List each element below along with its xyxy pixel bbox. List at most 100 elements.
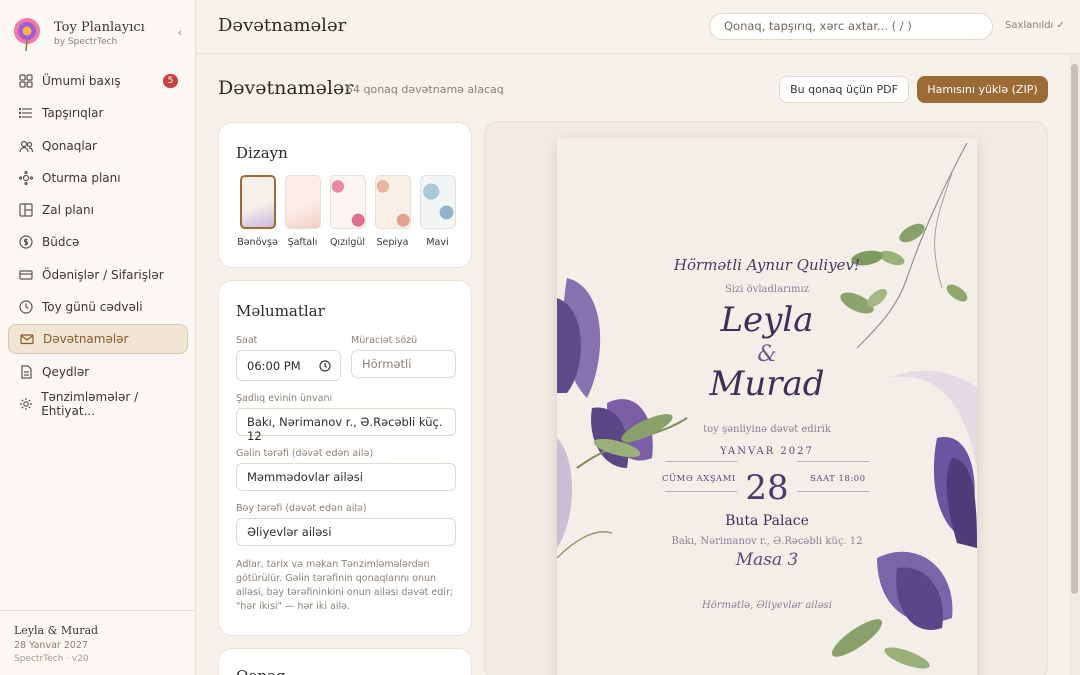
- sidebar-item-budget[interactable]: Büdcə: [8, 227, 188, 257]
- card-icon: [18, 267, 34, 283]
- groom-family-label: Bəy tərəfi (dəvət edən ailə): [236, 503, 367, 514]
- layout-icon: [18, 202, 34, 218]
- sidebar-item-payments[interactable]: Ödənişlər / Sifarişlər: [8, 260, 188, 290]
- invitation-day: 28: [745, 468, 789, 508]
- divider: [665, 461, 737, 462]
- guest-pdf-button[interactable]: Bu qonaq üçün PDF: [779, 76, 909, 103]
- sidebar-item-label: Qonaqlar: [42, 138, 97, 153]
- download-all-zip-button[interactable]: Hamısını yüklə (ZIP): [917, 76, 1048, 103]
- note-icon: [18, 364, 34, 380]
- sidebar-nav: Ümumi baxış 5 Tapşırıqlar Qonaqlar Oturm…: [8, 66, 188, 421]
- page-title: Dəvətnamələr: [218, 77, 354, 99]
- coin-icon: [18, 234, 34, 250]
- sidebar-item-overview[interactable]: Ümumi baxış 5: [8, 66, 188, 96]
- theme-option-sepia[interactable]: Sepiya: [370, 175, 415, 248]
- app-logo-icon: [14, 18, 40, 52]
- invitation-venue-address: Bakı, Nərimanov r., Ə.Rəcəbli küç. 12: [671, 536, 863, 547]
- invitation-card: Hörmətli Aynur Quliyev! Sizi övladlarımı…: [557, 138, 977, 675]
- bride-family-label: Gəlin tərəfi (dəvət edən ailə): [236, 448, 374, 459]
- sidebar-item-settings[interactable]: Tənzimləmələr / Ehtiyat...: [8, 389, 188, 419]
- sidebar-item-invitations[interactable]: Dəvətnamələr: [8, 324, 188, 355]
- app-version: SpectrTech · v20: [14, 654, 89, 664]
- gear-icon: [18, 396, 33, 412]
- sidebar-item-guests[interactable]: Qonaqlar: [8, 131, 188, 161]
- brand[interactable]: Toy Planlayıcı by SpectrTech ‹: [12, 14, 188, 54]
- sidebar-item-label: Tənzimləmələr / Ehtiyat...: [41, 389, 139, 418]
- sidebar-item-label: Qeydlər: [42, 364, 90, 379]
- invitation-groom-name: Murad: [709, 364, 825, 404]
- theme-label: Bənövşə: [237, 237, 278, 248]
- sidebar-item-seating[interactable]: Oturma planı: [8, 163, 188, 193]
- theme-swatch: [329, 175, 366, 229]
- divider: [797, 461, 869, 462]
- sidebar-item-label: Ödənişlər / Sifarişlər: [42, 267, 164, 282]
- theme-swatch: [374, 175, 411, 229]
- sidebar-item-tasks[interactable]: Tapşırıqlar: [8, 98, 188, 128]
- wedding-date: 28 Yanvar 2027: [14, 640, 88, 651]
- theme-swatch: [284, 175, 321, 229]
- invitation-time: SAAT 18:00: [810, 474, 866, 484]
- invitation-month-year: YANVAR 2027: [720, 446, 814, 457]
- sidebar-footer: Leyla & Murad 28 Yanvar 2027 SpectrTech …: [0, 610, 196, 675]
- page-scrollbar[interactable]: [1069, 54, 1080, 675]
- sidebar-item-label: Toy günü cədvəli: [42, 300, 143, 315]
- sidebar-item-label: Ümumi baxış: [42, 74, 121, 88]
- sidebar-item-hall-plan[interactable]: Zal planı: [8, 195, 188, 225]
- invitation-table: Masa 3: [735, 550, 799, 570]
- time-label: Saat: [236, 335, 258, 346]
- theme-option-peach[interactable]: Şaftalı: [280, 175, 325, 248]
- list-icon: [18, 105, 34, 121]
- guest-card-title: Qonaq: [236, 667, 286, 675]
- invitation-venue-name: Buta Palace: [725, 513, 809, 529]
- salutation-input[interactable]: Hörmətli: [351, 350, 456, 378]
- invitation-preview-panel: Hörmətli Aynur Quliyev! Sizi övladlarımı…: [484, 121, 1048, 675]
- clock-icon: [18, 299, 34, 315]
- collapse-sidebar-button[interactable]: ‹: [172, 26, 188, 39]
- theme-label: Şaftalı: [287, 237, 318, 248]
- sidebar-item-label: Dəvətnamələr: [43, 332, 129, 347]
- time-value: 06:00 PM: [247, 359, 301, 373]
- notification-badge: 5: [163, 74, 178, 88]
- venue-input[interactable]: Bakı, Nərimanov r., Ə.Rəcəbli küç. 12: [236, 408, 456, 443]
- envelope-icon: [19, 331, 35, 347]
- topbar: Dəvətnamələr Qonaq, tapşırıq, xərc axtar…: [196, 0, 1080, 54]
- invitation-bride-name: Leyla: [720, 300, 814, 340]
- grid-icon: [18, 73, 34, 89]
- sidebar: Toy Planlayıcı by SpectrTech ‹ Ümumi bax…: [0, 0, 196, 675]
- topbar-title: Dəvətnamələr: [218, 15, 347, 36]
- theme-option-blue[interactable]: Mavi: [415, 175, 460, 248]
- guest-card: Qonaq: [218, 648, 472, 675]
- theme-label: Mavi: [426, 237, 449, 248]
- theme-swatch: [419, 175, 456, 229]
- bride-family-input[interactable]: Məmmədovlar ailəsi: [236, 463, 456, 491]
- invitation-signature: Hörmətlə, Əliyevlər ailəsi: [702, 600, 832, 611]
- theme-option-violet[interactable]: Bənövşə: [235, 175, 280, 248]
- design-card-title: Dizayn: [236, 144, 288, 162]
- time-input[interactable]: 06:00 PM: [236, 350, 341, 381]
- theme-picker: Bənövşə Şaftalı Qızılgül Sepiya Mavi: [235, 175, 460, 248]
- couple-names: Leyla & Murad: [14, 624, 99, 637]
- floral-decoration: [557, 142, 977, 669]
- theme-label: Qızılgül: [329, 237, 366, 248]
- page-subtitle: 54 qonaq dəvətnamə alacaq: [346, 83, 504, 96]
- salutation-label: Müraciət sözü: [351, 335, 418, 346]
- search-input[interactable]: Qonaq, tapşırıq, xərc axtar... ( / ): [709, 13, 993, 40]
- venue-label: Şadlıq evinin ünvanı: [236, 393, 333, 404]
- theme-option-rose[interactable]: Qızılgül: [325, 175, 370, 248]
- scrollbar-thumb[interactable]: [1071, 64, 1078, 594]
- users-icon: [18, 138, 34, 154]
- invitation-salutation: Hörmətli Aynur Quliyev!: [673, 256, 861, 274]
- theme-label: Sepiya: [376, 237, 409, 248]
- sidebar-item-label: Oturma planı: [42, 170, 121, 185]
- design-card: Dizayn Bənövşə Şaftalı Qızılgül Sepiya M…: [218, 122, 472, 268]
- clock-icon[interactable]: [319, 360, 331, 372]
- sidebar-item-label: Zal planı: [42, 203, 94, 218]
- groom-family-input[interactable]: Əliyevlər ailəsi: [236, 518, 456, 546]
- sidebar-item-schedule[interactable]: Toy günü cədvəli: [8, 292, 188, 322]
- details-card-title: Məlumatlar: [236, 302, 325, 320]
- app-subtitle: by SpectrTech: [54, 37, 118, 47]
- save-status: Saxlanıldı ✓: [1005, 20, 1065, 31]
- seating-icon: [18, 170, 34, 186]
- sidebar-item-label: Tapşırıqlar: [42, 106, 104, 121]
- sidebar-item-notes[interactable]: Qeydlər: [8, 357, 188, 387]
